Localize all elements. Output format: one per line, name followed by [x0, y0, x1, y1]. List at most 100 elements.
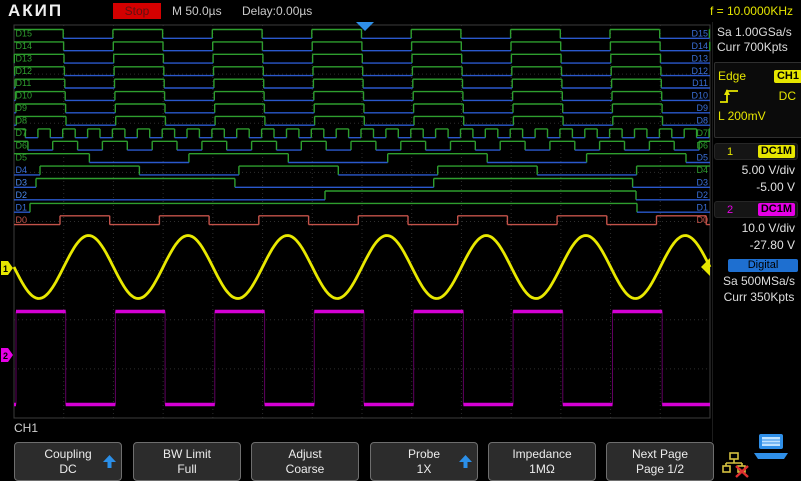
brand-logo: АКИП	[8, 1, 64, 20]
channel1-offset: -5.00 V	[756, 180, 795, 194]
digital-label-right-D4: D4	[696, 165, 708, 175]
digital-label-left-D3: D3	[16, 178, 28, 188]
digital-trace-high-D9	[15, 103, 663, 113]
menu-button-probe[interactable]: Probe 1X	[370, 442, 478, 481]
trigger-coupling: DC	[778, 89, 796, 103]
digital-label-right-D8: D8	[696, 115, 708, 125]
digital-label-right-D7: D7	[696, 128, 708, 138]
channel1-panel[interactable]: 1 DC1M 5.00 V/div -5.00 V	[714, 143, 798, 197]
menu-button-title: BW Limit	[163, 446, 211, 461]
digital-sample-rate: Sa 500MSa/s	[722, 274, 796, 288]
timebase-readout: M 50.0µs	[172, 4, 222, 18]
digital-panel[interactable]: Digital Sa 500MSa/s Curr 350Kpts	[714, 259, 798, 315]
menu-button-next-page[interactable]: Next Page Page 1/2	[606, 442, 714, 481]
channel2-offset: -27.80 V	[749, 238, 795, 252]
trigger-source-badge: CH1	[773, 69, 801, 83]
menu-button-value: Full	[177, 461, 197, 476]
acquisition-info: Sa 1.00GSa/s Curr 700Kpts	[713, 22, 801, 55]
menu-button-adjust[interactable]: Adjust Coarse	[251, 442, 359, 481]
digital-trace-high-D1	[29, 202, 638, 213]
analog-sample-rate: Sa 1.00GSa/s	[717, 25, 792, 39]
remote-pc-icon[interactable]	[748, 434, 792, 462]
run-state-badge[interactable]: Stop	[113, 3, 161, 19]
digital-label-left-D15: D15	[16, 29, 33, 39]
delay-readout: Delay:0.00µs	[242, 4, 313, 18]
ch1-position-marker-label: 1	[3, 264, 8, 274]
digital-trace-high-D5	[14, 153, 687, 163]
digital-label-right-D9: D9	[696, 103, 708, 113]
digital-trace-high-D3	[35, 177, 634, 188]
digital-label-right-D6: D6	[696, 140, 708, 150]
analog-memory-depth: Curr 700Kpts	[717, 40, 788, 54]
digital-label-right-D11: D11	[692, 78, 708, 88]
digital-label-left-D13: D13	[16, 53, 33, 63]
active-channel-label: CH1	[14, 421, 39, 435]
channel2-header: 2 DC1M	[714, 201, 798, 218]
digital-title: Digital	[728, 259, 798, 272]
channel1-coupling-badge: DC1M	[757, 145, 795, 158]
digital-trace-high-D12	[14, 66, 662, 76]
menu-button-title: Adjust	[288, 446, 322, 461]
frequency-counter: f = 10.0000KHz	[709, 4, 793, 18]
digital-label-right-D12: D12	[691, 66, 708, 76]
trigger-mode: Edge	[718, 69, 747, 83]
digital-label-right-D3: D3	[696, 178, 708, 188]
digital-label-left-D4: D4	[16, 165, 28, 175]
menu-button-impedance[interactable]: Impedance 1MΩ	[488, 442, 596, 481]
menu-button-title: Impedance	[512, 446, 572, 461]
digital-trace-high-D2	[324, 190, 637, 200]
digital-label-right-D14: D14	[691, 41, 708, 51]
selector-arrow-icon	[459, 455, 472, 468]
digital-label-right-D10: D10	[691, 91, 708, 101]
channel1-header: 1 DC1M	[714, 143, 798, 160]
digital-trace-high-D15	[14, 28, 711, 39]
digital-label-right-D13: D13	[691, 53, 708, 63]
digital-label-left-D14: D14	[16, 41, 33, 51]
channel1-scale: 5.00 V/div	[741, 163, 795, 177]
trigger-panel[interactable]: Edge CH1 DC L 200mV	[714, 62, 801, 138]
digital-label-left-D6: D6	[16, 140, 28, 150]
selector-arrow-icon	[103, 455, 116, 468]
menu-button-bw-limit[interactable]: BW Limit Full	[133, 442, 241, 481]
digital-label-left-D11: D11	[16, 78, 32, 88]
channel2-number: 2	[726, 203, 734, 216]
digital-label-left-D1: D1	[16, 202, 28, 212]
menu-button-value: 1X	[416, 461, 432, 476]
trigger-level: L 200mV	[718, 109, 766, 123]
menu-button-coupling[interactable]: Coupling DC	[14, 442, 122, 481]
digital-memory-depth: Curr 350Kpts	[723, 290, 795, 304]
digital-label-right-D5: D5	[696, 153, 708, 163]
oscilloscope-screen: D15 D15 D14 D14 D13 D13 D12 D12 D11 D11 D10 D10 D9 D9…	[0, 0, 801, 481]
digital-label-left-D5: D5	[16, 153, 28, 163]
rising-edge-icon	[720, 89, 738, 103]
digital-label-right-D1: D1	[696, 202, 708, 212]
digital-trace-high-D4	[39, 165, 710, 175]
digital-label-right-D0: D0	[696, 215, 708, 225]
waveform-display: D15 D15D14 D14D13 D13D12 D12D11 D11D10 D10D9 D9…	[1, 22, 712, 419]
ch2-position-marker-label: 2	[3, 351, 8, 361]
digital-trace-high-D14	[14, 41, 711, 51]
menu-button-value: Coarse	[285, 461, 325, 476]
channel2-panel[interactable]: 2 DC1M 10.0 V/div -27.80 V	[714, 201, 798, 255]
top-status-bar: АКИП Stop M 50.0µs Delay:0.00µs f = 10.0…	[0, 0, 801, 22]
channel2-scale: 10.0 V/div	[741, 221, 795, 235]
channel1-number: 1	[726, 145, 734, 158]
digital-label-left-D0: D0	[16, 215, 28, 225]
channel2-coupling-badge: DC1M	[757, 203, 795, 216]
digital-label-left-D2: D2	[16, 190, 28, 200]
digital-label-left-D12: D12	[16, 66, 33, 76]
digital-label-left-D10: D10	[16, 91, 33, 101]
right-sidebar: Sa 1.00GSa/s Curr 700Kpts Edge CH1 DC L …	[712, 22, 801, 442]
digital-trace-high-D11	[14, 78, 662, 88]
menu-button-value: 1MΩ	[529, 461, 555, 476]
digital-label-right-D2: D2	[696, 190, 708, 200]
menu-button-value: Page 1/2	[635, 461, 685, 476]
digital-trace-high-D10	[14, 90, 663, 101]
menu-button-title: Probe	[407, 446, 441, 461]
menu-button-title: Next Page	[631, 446, 689, 461]
digital-trace-high-D13	[13, 53, 662, 64]
menu-button-title: Coupling	[44, 446, 92, 461]
digital-label-left-D9: D9	[16, 103, 28, 113]
digital-label-left-D8: D8	[16, 115, 28, 125]
menu-button-value: DC	[59, 461, 77, 476]
